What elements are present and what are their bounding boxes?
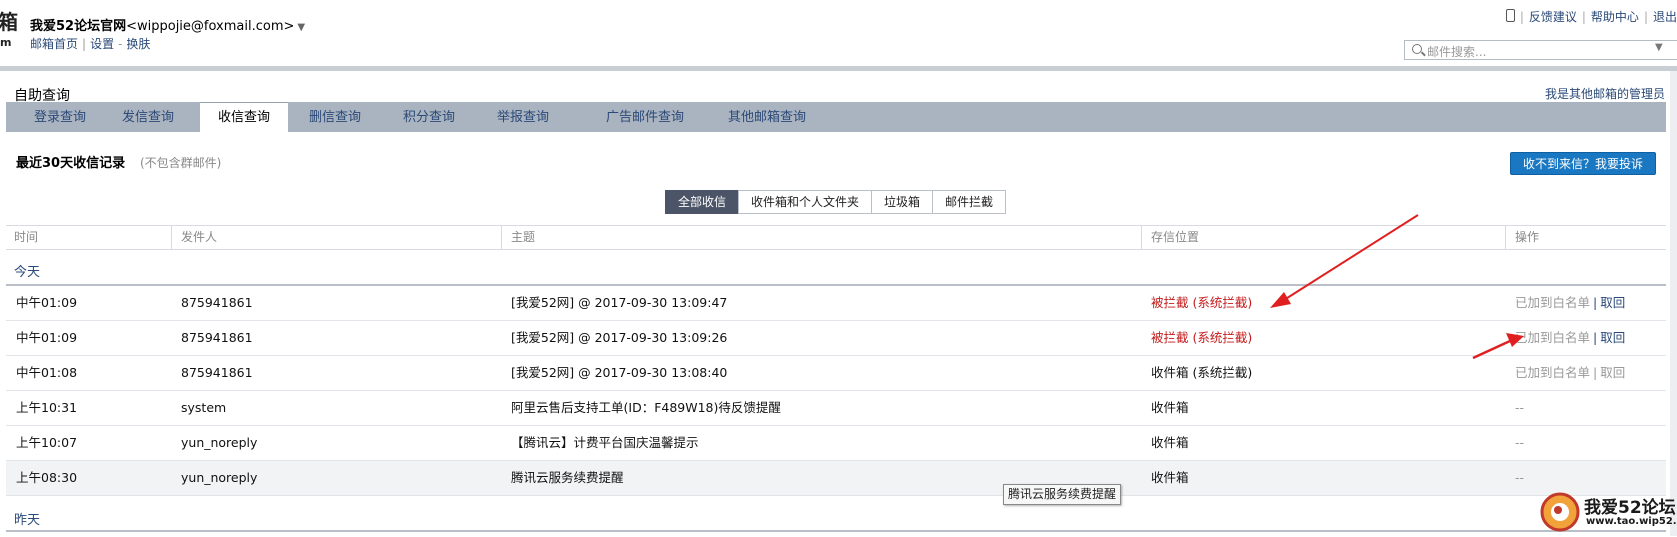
retrieve-link[interactable]: 取回 bbox=[1600, 295, 1625, 310]
whitelist-added-label: 已加到白名单 bbox=[1515, 365, 1591, 380]
group-yesterday: 昨天 bbox=[14, 513, 41, 528]
site-watermark: 我爱52论坛 www.tao.wip52.cn bbox=[1538, 490, 1677, 536]
top-links: | 反馈建议 | 帮助中心 | 退出 bbox=[1505, 8, 1677, 25]
group-today: 今天 bbox=[14, 265, 41, 280]
row-subject[interactable]: 阿里云售后支持工单(ID：F489W18)待反馈提醒 bbox=[511, 391, 781, 425]
row-subject[interactable]: [我爱52网] @ 2017-09-30 13:09:26 bbox=[511, 321, 727, 355]
row-time: 中午01:09 bbox=[16, 295, 78, 310]
col-subject: 主题 bbox=[511, 230, 536, 244]
header-divider bbox=[0, 66, 1677, 71]
watermark-text: 我爱52论坛 bbox=[1584, 498, 1676, 518]
table-row[interactable]: 上午10:07 yun_noreply 【腾讯云】计费平台国庆温馨提示 收件箱 … bbox=[6, 426, 1666, 461]
filter-trash[interactable]: 垃圾箱 bbox=[871, 190, 934, 214]
tab-ad-mail-query[interactable]: 广告邮件查询 bbox=[584, 102, 706, 132]
row-subject[interactable]: [我爱52网] @ 2017-09-30 13:09:47 bbox=[511, 286, 727, 320]
row-location: 收件箱 (系统拦截) bbox=[1151, 365, 1253, 380]
tab-login-query[interactable]: 登录查询 bbox=[16, 102, 104, 132]
group-divider bbox=[6, 530, 1666, 532]
whitelist-added-label: 已加到白名单 bbox=[1515, 330, 1591, 345]
row-sender: yun_noreply bbox=[181, 435, 258, 450]
account-name: 我爱52论坛官网 bbox=[30, 19, 127, 34]
col-actions: 操作 bbox=[1515, 230, 1540, 244]
table-row[interactable]: 中午01:08 875941861 [我爱52网] @ 2017-09-30 1… bbox=[6, 356, 1666, 391]
logo[interactable]: 箱 bbox=[0, 12, 18, 32]
settings-link[interactable]: 设置 bbox=[90, 37, 114, 51]
tab-delete-query[interactable]: 删信查询 bbox=[288, 102, 382, 132]
table-row[interactable]: 上午08:30 yun_noreply 腾讯云服务续费提醒 收件箱 -- bbox=[6, 461, 1666, 496]
col-location: 存信位置 bbox=[1151, 230, 1200, 244]
row-time: 上午08:30 bbox=[16, 470, 78, 485]
col-time: 时间 bbox=[14, 230, 39, 244]
row-time: 中午01:09 bbox=[16, 330, 78, 345]
row-sender: yun_noreply bbox=[181, 470, 258, 485]
mobile-phone-icon[interactable] bbox=[1505, 9, 1515, 22]
row-time: 上午10:31 bbox=[16, 400, 78, 415]
table-row[interactable]: 上午10:31 system 阿里云售后支持工单(ID：F489W18)待反馈提… bbox=[6, 391, 1666, 426]
row-actions: -- bbox=[1515, 400, 1525, 415]
row-location: 收件箱 bbox=[1151, 400, 1189, 415]
chevron-down-icon[interactable]: ▼ bbox=[297, 22, 305, 33]
watermark-sub: www.tao.wip52.cn bbox=[1586, 516, 1677, 527]
other-admin-link[interactable]: 我是其他邮箱的管理员 bbox=[1545, 85, 1665, 102]
query-tabs: 登录查询 发信查询 收信查询 删信查询 积分查询 举报查询 广告邮件查询 其他邮… bbox=[6, 102, 1666, 133]
retrieve-link[interactable]: 取回 bbox=[1600, 365, 1625, 380]
row-subject[interactable]: [我爱52网] @ 2017-09-30 13:08:40 bbox=[511, 356, 727, 390]
header-links: 邮箱首页 | 设置 - 换肤 bbox=[30, 35, 150, 52]
row-sender: 875941861 bbox=[181, 365, 253, 380]
subject-tooltip: 腾讯云服务续费提醒 bbox=[1003, 484, 1122, 505]
row-actions: -- bbox=[1515, 435, 1525, 450]
tab-report-query[interactable]: 举报查询 bbox=[476, 102, 570, 132]
mail-home-link[interactable]: 邮箱首页 bbox=[30, 37, 78, 51]
row-sender: 875941861 bbox=[181, 330, 253, 345]
search-input[interactable]: 邮件搜索... bbox=[1427, 43, 1486, 60]
app-header: 箱 m 我爱52论坛官网<wippojie@foxmail.com> ▼ 邮箱首页… bbox=[0, 0, 1677, 66]
tab-other-mailbox-query[interactable]: 其他邮箱查询 bbox=[706, 102, 828, 132]
search-box[interactable]: 邮件搜索... ▼ bbox=[1404, 40, 1677, 60]
watermark-logo-icon bbox=[1540, 492, 1580, 532]
row-location: 被拦截 (系统拦截) bbox=[1151, 295, 1253, 310]
skin-link[interactable]: 换肤 bbox=[126, 37, 150, 51]
row-subject[interactable]: 【腾讯云】计费平台国庆温馨提示 bbox=[511, 426, 699, 460]
separator: - bbox=[118, 37, 123, 51]
col-sender: 发件人 bbox=[181, 230, 218, 244]
filter-inbox-folders[interactable]: 收件箱和个人文件夹 bbox=[738, 190, 873, 214]
complain-button[interactable]: 收不到来信？我要投诉 bbox=[1510, 152, 1656, 175]
row-sender: 875941861 bbox=[181, 295, 253, 310]
table-row[interactable]: 中午01:09 875941861 [我爱52网] @ 2017-09-30 1… bbox=[6, 321, 1666, 356]
row-sender: system bbox=[181, 400, 227, 415]
row-time: 上午10:07 bbox=[16, 435, 78, 450]
filter-blocked[interactable]: 邮件拦截 bbox=[932, 190, 1007, 214]
table-header: 时间 发件人 主题 存信位置 操作 bbox=[6, 225, 1666, 250]
row-actions: 已加到白名单 | 取回 bbox=[1515, 295, 1626, 310]
account-info[interactable]: 我爱52论坛官网<wippojie@foxmail.com> ▼ bbox=[30, 15, 305, 34]
vertical-scrollbar[interactable] bbox=[1670, 71, 1677, 536]
logout-link[interactable]: 退出 bbox=[1653, 10, 1677, 24]
whitelist-added-label: 已加到白名单 bbox=[1515, 295, 1591, 310]
row-actions: -- bbox=[1515, 470, 1525, 485]
separator: | bbox=[82, 37, 87, 51]
row-subject[interactable]: 腾讯云服务续费提醒 bbox=[511, 461, 624, 495]
help-link[interactable]: 帮助中心 bbox=[1591, 10, 1639, 24]
row-location: 收件箱 bbox=[1151, 470, 1189, 485]
table-row[interactable]: 中午01:09 875941861 [我爱52网] @ 2017-09-30 1… bbox=[6, 286, 1666, 321]
row-location: 收件箱 bbox=[1151, 435, 1189, 450]
logo-sub: m bbox=[0, 36, 12, 49]
filter-all[interactable]: 全部收信 bbox=[665, 190, 740, 214]
tab-receive-query[interactable]: 收信查询 bbox=[200, 102, 288, 133]
row-actions: 已加到白名单 | 取回 bbox=[1515, 365, 1626, 380]
row-time: 中午01:08 bbox=[16, 365, 78, 380]
tab-send-query[interactable]: 发信查询 bbox=[104, 102, 192, 132]
section-title: 最近30天收信记录 bbox=[16, 156, 126, 171]
row-location: 被拦截 (系统拦截) bbox=[1151, 330, 1253, 345]
retrieve-link[interactable]: 取回 bbox=[1600, 330, 1625, 345]
search-icon bbox=[1412, 44, 1422, 54]
filter-group: 全部收信 收件箱和个人文件夹 垃圾箱 邮件拦截 bbox=[665, 190, 1007, 214]
chevron-down-icon[interactable]: ▼ bbox=[1655, 42, 1663, 53]
feedback-link[interactable]: 反馈建议 bbox=[1529, 10, 1577, 24]
tab-points-query[interactable]: 积分查询 bbox=[382, 102, 476, 132]
account-email: <wippojie@foxmail.com> bbox=[126, 19, 295, 34]
section-note: (不包含群邮件) bbox=[140, 156, 222, 170]
row-actions: 已加到白名单 | 取回 bbox=[1515, 330, 1626, 345]
